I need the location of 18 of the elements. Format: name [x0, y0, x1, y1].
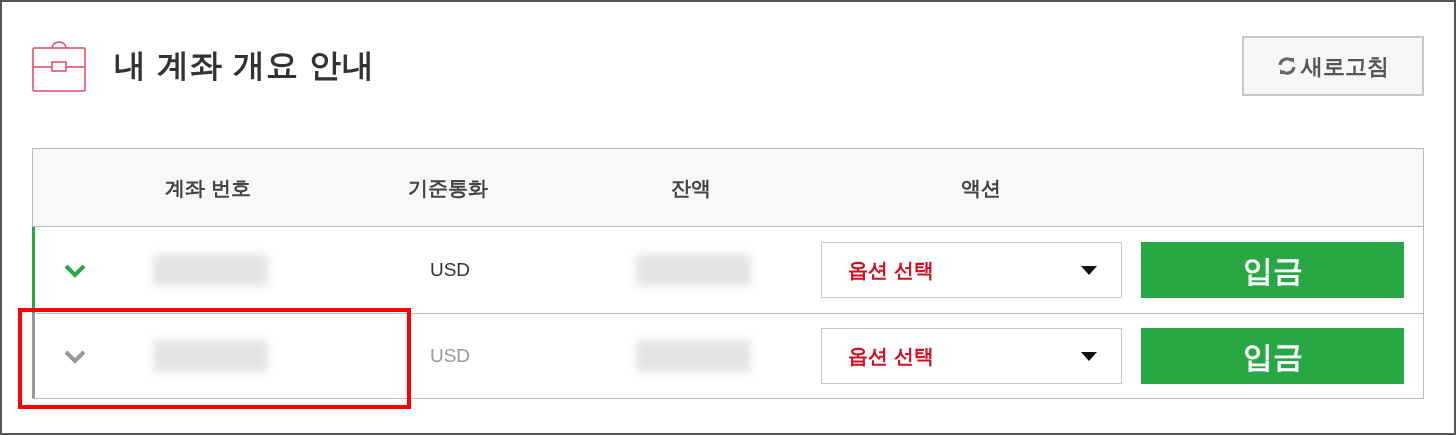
chevron-down-icon[interactable]: [64, 349, 86, 364]
caret-icon: [1081, 351, 1097, 361]
page-title: 내 계좌 개요 안내: [114, 46, 375, 85]
currency-cell-text: USD: [428, 257, 472, 282]
deposit-button[interactable]: 입금: [1141, 242, 1404, 298]
refresh-icon: [1277, 56, 1297, 76]
deposit-button[interactable]: 입금: [1141, 328, 1404, 384]
currency-cell-text: USD: [428, 343, 472, 368]
caret-icon: [1081, 265, 1097, 275]
column-header: 기준통화: [407, 175, 489, 201]
column-header: 잔액: [670, 175, 712, 201]
refresh-button[interactable]: 새로고침: [1242, 36, 1424, 96]
column-header: 계좌 번호: [164, 175, 252, 201]
briefcase-icon: [32, 38, 86, 92]
chevron-down-icon[interactable]: [64, 263, 86, 278]
action-select[interactable]: 옵션 선택: [821, 242, 1122, 298]
column-header: 액션: [960, 175, 1002, 201]
action-select[interactable]: 옵션 선택: [821, 328, 1122, 384]
